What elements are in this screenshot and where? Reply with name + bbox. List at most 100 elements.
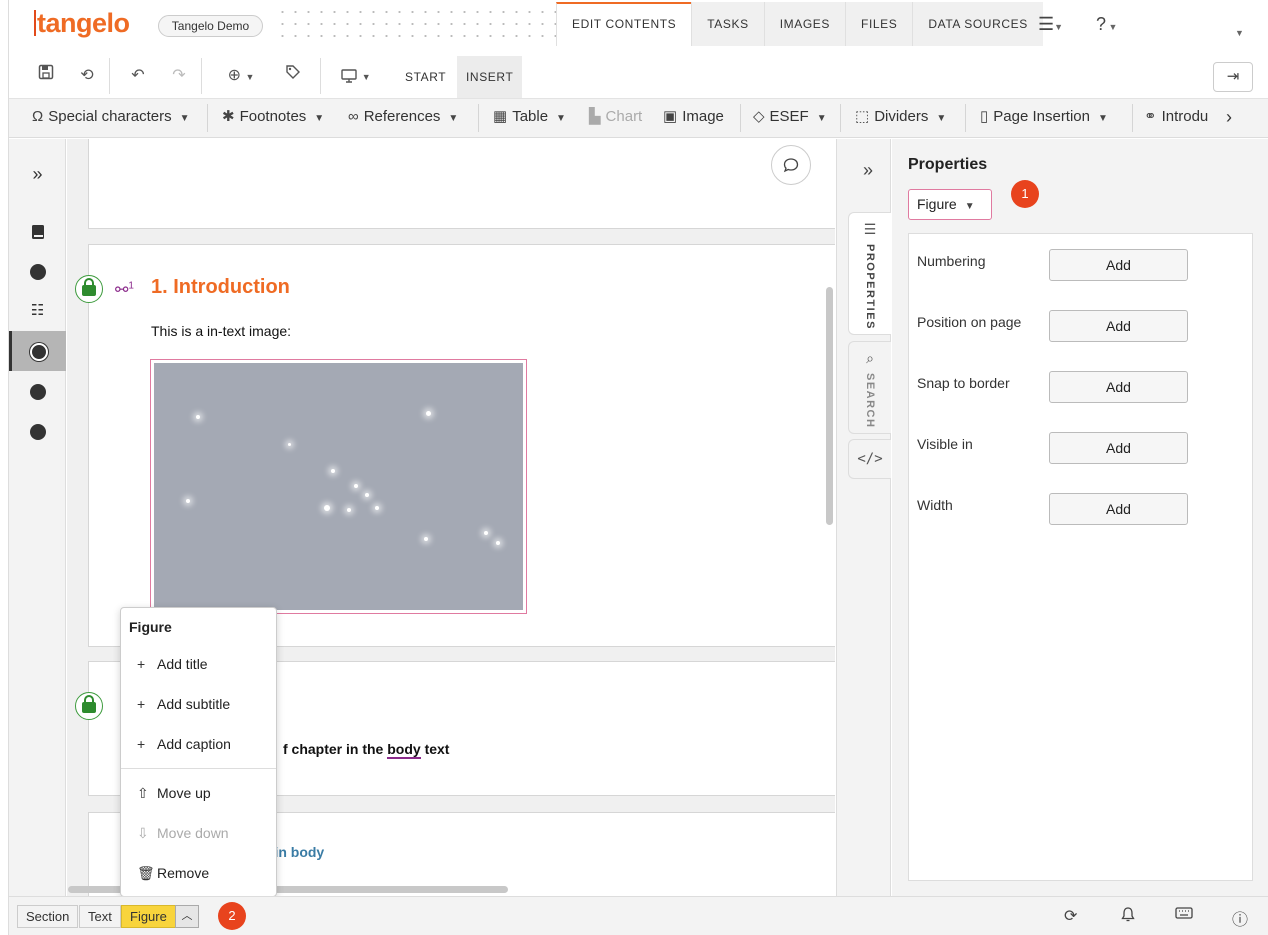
table-icon: ▦ xyxy=(493,108,508,125)
menu-item-move-down: ⇩ Move down xyxy=(121,813,276,853)
toolbar xyxy=(9,52,1268,98)
nav-circle-icon[interactable] xyxy=(9,371,66,411)
starfield-image xyxy=(154,363,523,610)
handshake-icon: ⚭ xyxy=(1144,108,1157,125)
ribbon-divider xyxy=(965,104,966,132)
add-visible-button[interactable]: Add xyxy=(1049,432,1188,464)
add-snap-button[interactable]: Add xyxy=(1049,371,1188,403)
keyboard-icon[interactable] xyxy=(1175,906,1193,925)
exit-icon[interactable]: ⇥ xyxy=(1213,62,1253,92)
refresh-icon[interactable]: ⟳ xyxy=(1064,906,1077,926)
environment-badge[interactable]: Tangelo Demo xyxy=(158,15,263,37)
breadcrumb-section[interactable]: Section xyxy=(17,905,79,928)
tab-data-sources[interactable]: DATA SOURCES xyxy=(912,2,1043,46)
app-logo[interactable]: tangelo xyxy=(34,8,130,39)
element-type-select[interactable]: Figure ▼ xyxy=(908,189,992,220)
ribbon-divider xyxy=(840,104,841,132)
vertical-scrollbar[interactable] xyxy=(826,287,833,525)
save-icon[interactable] xyxy=(35,60,57,92)
book-icon[interactable] xyxy=(9,211,66,251)
tab-start[interactable]: START xyxy=(396,56,455,98)
property-label-numbering: Numbering xyxy=(917,253,986,269)
dividers-button[interactable]: ⬚ Dividers ▼ xyxy=(855,98,946,138)
tag-icon: ◇ xyxy=(753,108,765,125)
main-tabs: EDIT CONTENTS TASKS IMAGES FILES DATA SO… xyxy=(556,2,1043,46)
ribbon-divider xyxy=(740,104,741,132)
plus-icon: + xyxy=(137,736,146,752)
chart-icon: ▙ xyxy=(589,108,601,125)
device-preview-icon[interactable]: ▼ xyxy=(334,60,378,92)
tab-search[interactable]: ⌕ SEARCH xyxy=(848,341,891,434)
table-button[interactable]: ▦ Table ▼ xyxy=(493,98,566,138)
comment-icon[interactable] xyxy=(771,145,811,185)
info-icon[interactable]: ⓘ xyxy=(1232,906,1248,930)
references-button[interactable]: ∞ References ▼ xyxy=(348,98,458,138)
tab-files[interactable]: FILES xyxy=(845,2,913,46)
breadcrumb-text[interactable]: Text xyxy=(79,905,121,928)
document-block[interactable] xyxy=(88,139,835,229)
paragraph-text[interactable]: This is a in-text image: xyxy=(151,323,291,339)
history-icon[interactable]: ⟲ xyxy=(76,60,98,92)
bell-icon[interactable] xyxy=(1120,906,1136,928)
property-label-position: Position on page xyxy=(917,314,1022,330)
page-insertion-button[interactable]: ▯ Page Insertion ▼ xyxy=(980,98,1108,138)
lock-icon[interactable] xyxy=(75,692,103,720)
toolbar-divider xyxy=(201,58,202,94)
menu-hamburger-icon[interactable]: ☰▼ xyxy=(1038,14,1063,35)
nav-circle-icon-active[interactable] xyxy=(9,331,66,371)
header-dot-pattern xyxy=(276,6,556,46)
chevron-up-icon[interactable]: ︿ xyxy=(175,905,199,928)
chapter-body-text[interactable]: f chapter in the body text xyxy=(283,741,449,759)
nav-circle-icon[interactable] xyxy=(9,411,66,451)
underlined-word[interactable]: body xyxy=(387,741,421,759)
add-width-button[interactable]: Add xyxy=(1049,493,1188,525)
broken-link-icon[interactable]: ⚯1 xyxy=(115,280,134,300)
special-characters-button[interactable]: Ω Special characters ▼ xyxy=(32,98,190,138)
redo-icon[interactable]: ↷ xyxy=(168,60,190,92)
nav-circle-icon[interactable] xyxy=(9,251,66,291)
ribbon-divider xyxy=(478,104,479,132)
esef-button[interactable]: ◇ ESEF ▼ xyxy=(753,98,827,138)
page-icon: ▯ xyxy=(980,108,989,125)
tab-images[interactable]: IMAGES xyxy=(763,2,846,46)
menu-divider xyxy=(121,768,276,769)
image-button[interactable]: ▣ Image xyxy=(663,98,724,138)
ribbon-divider xyxy=(1132,104,1133,132)
toolbar-divider xyxy=(320,58,321,94)
tab-edit-contents[interactable]: EDIT CONTENTS xyxy=(556,2,692,46)
menu-item-add-title[interactable]: + Add title xyxy=(121,644,276,684)
add-position-button[interactable]: Add xyxy=(1049,310,1188,342)
tab-tasks[interactable]: TASKS xyxy=(691,2,764,46)
menu-item-move-up[interactable]: ⇧ Move up xyxy=(121,773,276,813)
add-numbering-button[interactable]: Add xyxy=(1049,249,1188,281)
divider-icon: ⬚ xyxy=(855,108,870,125)
figure-image[interactable] xyxy=(150,359,527,614)
menu-item-remove[interactable]: 🗑 Remove xyxy=(121,853,276,893)
chart-button[interactable]: ▙ Chart xyxy=(589,98,642,138)
breadcrumb-figure[interactable]: Figure xyxy=(121,905,176,928)
menu-item-add-caption[interactable]: + Add caption xyxy=(121,724,276,764)
footnotes-button[interactable]: ✱ Footnotes ▼ xyxy=(222,98,324,138)
asterisk-icon: ✱ xyxy=(222,108,235,125)
property-label-width: Width xyxy=(917,497,953,513)
user-menu-chevron-icon[interactable]: ▼ xyxy=(1235,20,1244,41)
arrow-down-icon: ⇩ xyxy=(137,825,149,841)
zoom-icon[interactable]: ⊕ ▼ xyxy=(219,60,263,92)
code-view-icon[interactable]: </> xyxy=(848,439,891,479)
menu-item-add-subtitle[interactable]: + Add subtitle xyxy=(121,684,276,724)
outline-list-icon[interactable]: ☷ xyxy=(9,291,66,331)
tab-properties[interactable]: ☰ PROPERTIES xyxy=(848,212,891,335)
property-label-visible: Visible in xyxy=(917,436,973,452)
step-badge-2: 2 xyxy=(218,902,246,930)
tab-insert[interactable]: INSERT xyxy=(457,56,523,98)
lock-icon[interactable] xyxy=(75,275,103,303)
section-heading[interactable]: 1. Introduction xyxy=(151,276,290,299)
introduction-button[interactable]: ⚭ Introdu xyxy=(1144,98,1216,138)
property-label-snap: Snap to border xyxy=(917,375,1010,391)
undo-icon[interactable]: ↶ xyxy=(127,60,149,92)
ribbon-scroll-right-icon[interactable]: › xyxy=(1226,98,1232,138)
collapse-panel-icon[interactable]: » xyxy=(850,160,886,188)
expand-panel-icon[interactable]: » xyxy=(9,154,66,194)
tag-icon[interactable] xyxy=(282,60,304,92)
help-icon[interactable]: ? ▼ xyxy=(1096,14,1117,35)
